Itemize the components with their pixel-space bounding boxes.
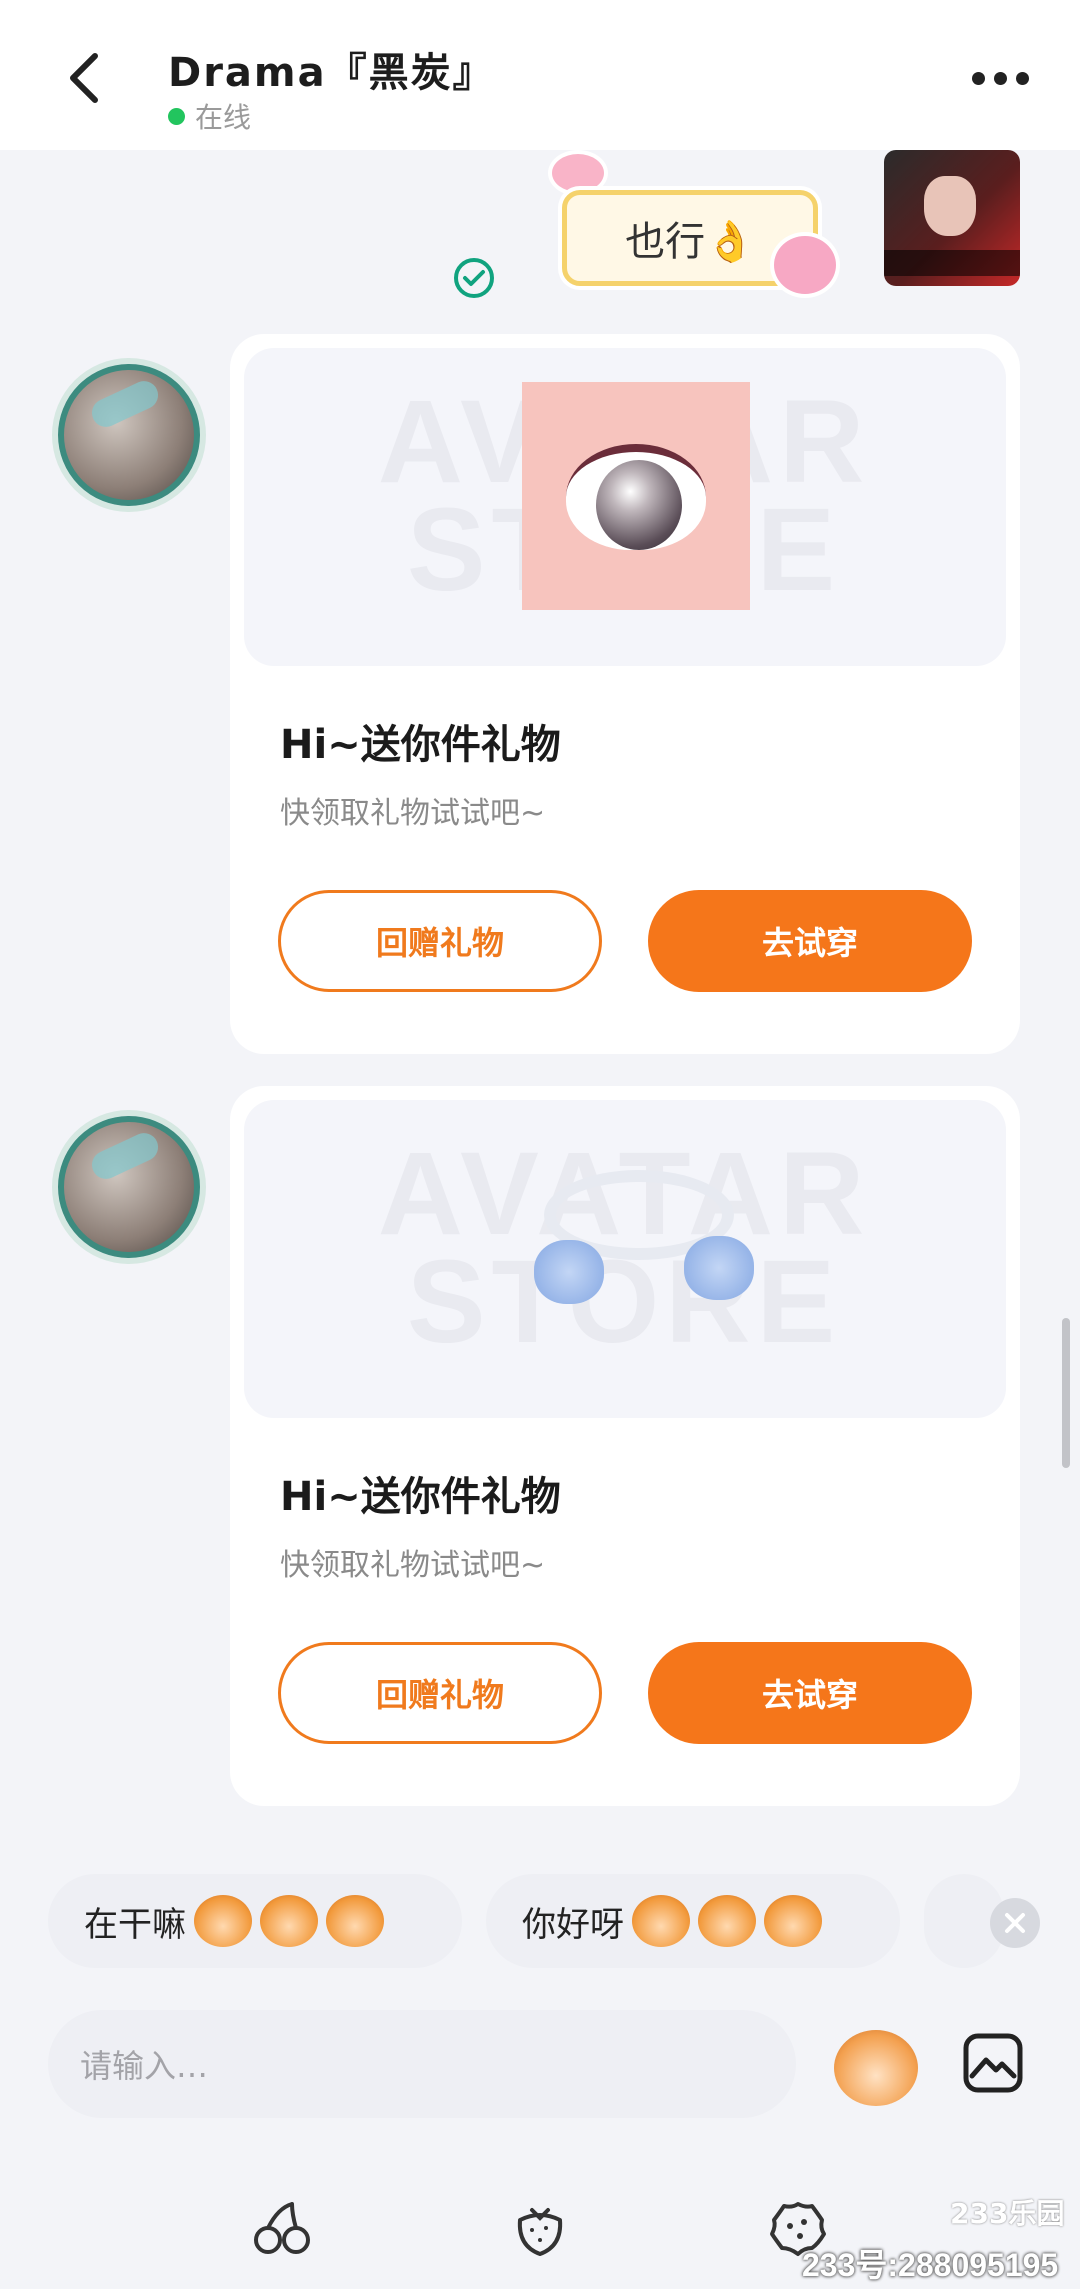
message-input-row: 请输入… (0, 2010, 1080, 2120)
chat-header: Drama『黑炭』 在线 (0, 0, 1080, 150)
gift-title: Hi~送你件礼物 (280, 1474, 561, 1520)
gift-card: AVATAR STORE Hi~送你件礼物 快领取礼物试试吧~ 回赠礼物 去试穿 (230, 1086, 1020, 1806)
cherry-icon (254, 2202, 310, 2254)
dot-icon (1015, 71, 1029, 85)
chat-title: Drama『黑炭』 (168, 50, 495, 96)
strawberry-icon (517, 2208, 563, 2256)
return-gift-button[interactable]: 回赠礼物 (278, 890, 602, 992)
return-gift-button[interactable]: 回赠礼物 (278, 1642, 602, 1744)
dot-icon (971, 71, 985, 85)
surprised-emoji-icon (698, 1895, 756, 1947)
status-text: 在线 (195, 101, 252, 134)
close-quick-replies-button[interactable] (990, 1898, 1040, 1948)
peer-avatar[interactable] (58, 364, 200, 506)
image-icon (963, 2033, 1023, 2093)
grin-emoji-icon (194, 1895, 252, 1947)
gift-title: Hi~送你件礼物 (280, 722, 561, 768)
try-on-button[interactable]: 去试穿 (648, 1642, 972, 1744)
cherry-button[interactable] (250, 2196, 314, 2260)
watermark-id: 233号:288095195 (802, 2247, 1059, 2283)
grin-emoji-icon (260, 1895, 318, 1947)
quick-replies-bar: 在干嘛 你好呀 (0, 1848, 1080, 1968)
self-avatar[interactable] (884, 150, 1020, 286)
gift-preview[interactable]: AVATAR STORE (244, 1100, 1006, 1418)
quick-reply-chip[interactable]: 在干嘛 (48, 1874, 462, 1968)
sticker-character (770, 232, 840, 298)
quick-reply-label: 你好呀 (522, 1904, 624, 1945)
bottom-toolbar: 233乐园 233号:288095195 (0, 2180, 1080, 2289)
gift-card: AVATAR STORE Hi~送你件礼物 快领取礼物试试吧~ 回赠礼物 去试穿 (230, 334, 1020, 1054)
sticker-message[interactable]: 也行👌 (548, 150, 848, 298)
quick-reply-chip[interactable]: 你好呀 (486, 1874, 900, 1968)
peer-avatar[interactable] (58, 1116, 200, 1258)
quick-reply-label: 在干嘛 (84, 1904, 186, 1945)
emoji-button[interactable] (834, 2030, 918, 2106)
flower-decoration (534, 1240, 604, 1304)
dot-icon (993, 71, 1007, 85)
chevron-left-icon (70, 53, 98, 103)
surprised-emoji-icon (632, 1895, 690, 1947)
close-icon (1005, 1913, 1025, 1933)
scrollbar[interactable] (1062, 1318, 1070, 1468)
gift-subtitle: 快领取礼物试试吧~ (280, 1548, 546, 1583)
gift-preview[interactable]: AVATAR STORE (244, 348, 1006, 666)
surprised-emoji-icon (764, 1895, 822, 1947)
watermark-logo: 233乐园 (950, 2197, 1065, 2230)
try-on-button[interactable]: 去试穿 (648, 890, 972, 992)
gift-item-eye-image (522, 382, 750, 610)
more-options-button[interactable] (960, 60, 1040, 96)
flower-decoration (684, 1236, 754, 1300)
strawberry-button[interactable] (508, 2196, 572, 2260)
image-button[interactable] (960, 2030, 1026, 2096)
grin-emoji-icon (326, 1895, 384, 1947)
online-dot-icon (168, 107, 185, 125)
gift-subtitle: 快领取礼物试试吧~ (280, 796, 546, 831)
message-input[interactable]: 请输入… (48, 2010, 796, 2118)
read-receipt-check-icon (454, 258, 494, 298)
back-button[interactable] (50, 38, 120, 118)
online-status: 在线 (168, 96, 251, 136)
